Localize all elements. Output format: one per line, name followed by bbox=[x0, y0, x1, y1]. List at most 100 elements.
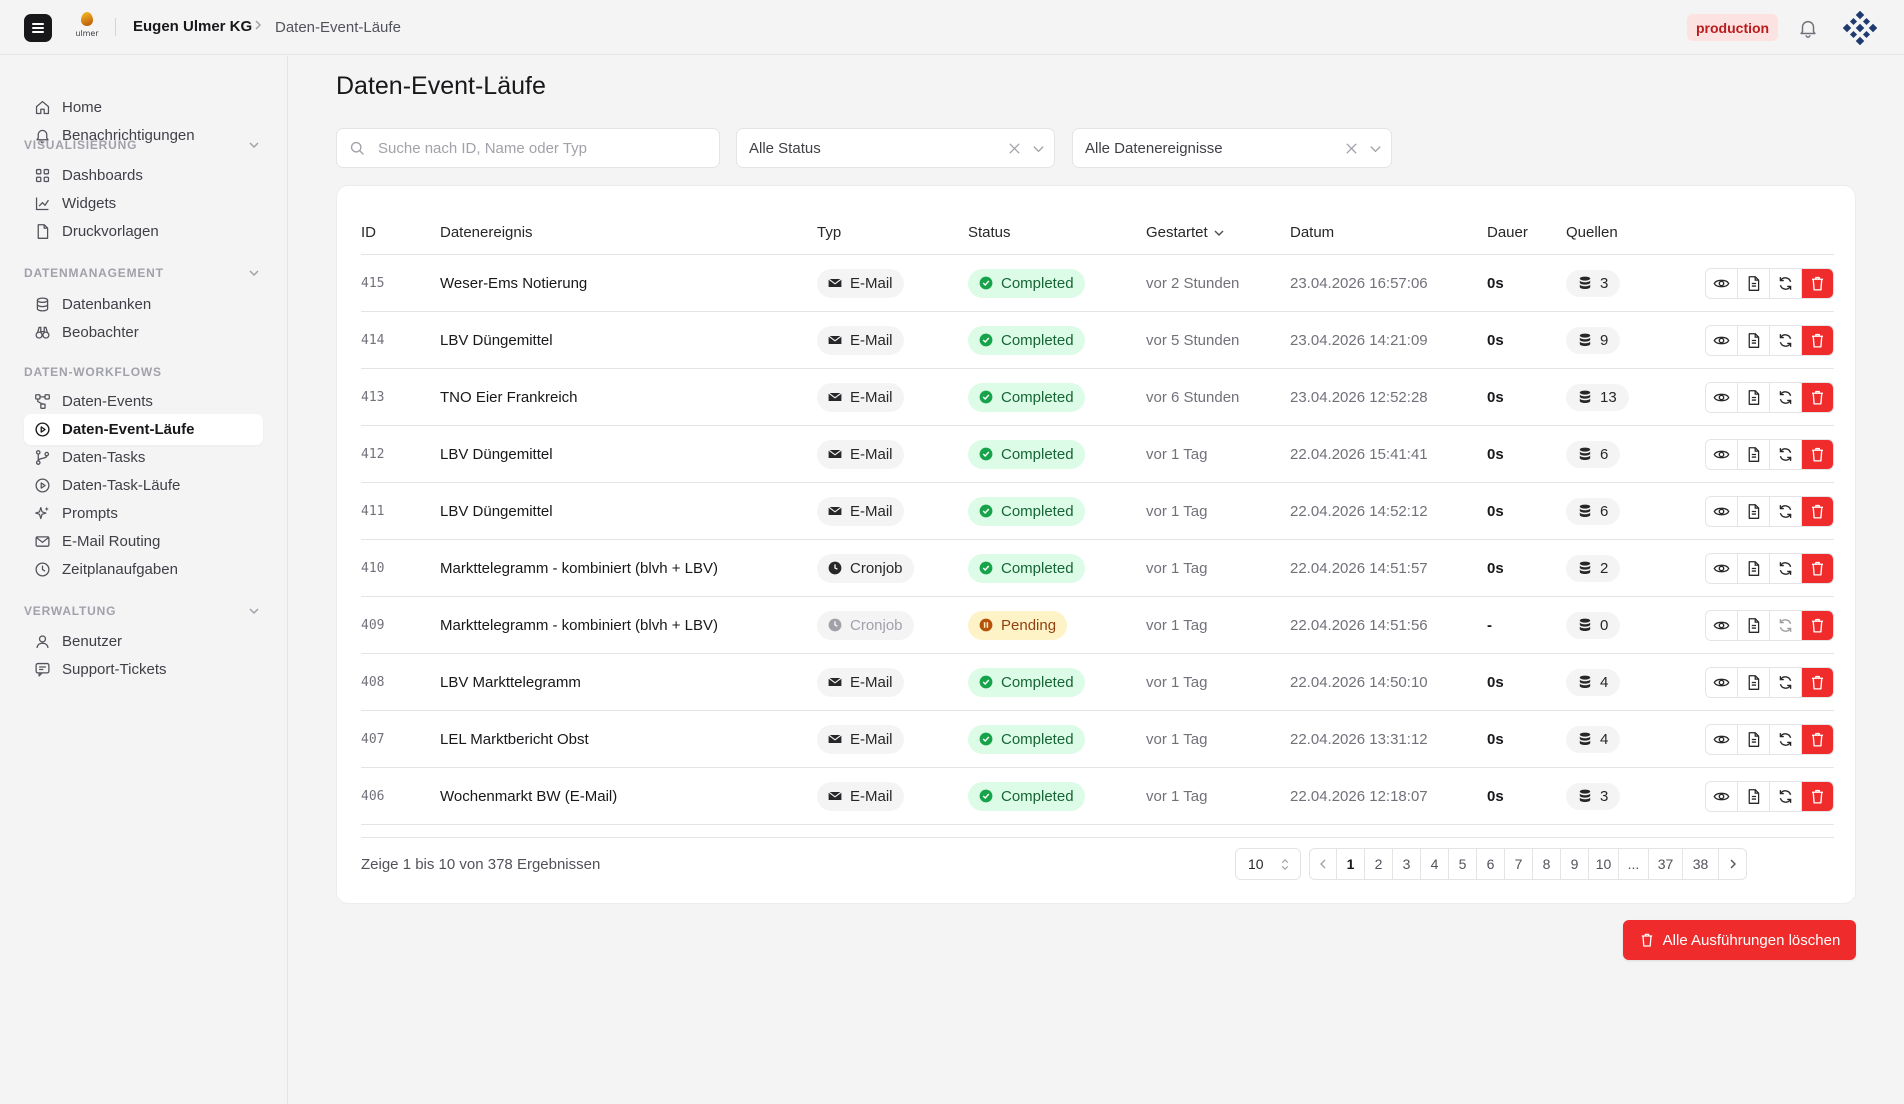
pagination-page-9[interactable]: 9 bbox=[1561, 849, 1589, 879]
sidebar-item-zeitplanaufgaben[interactable]: Zeitplanaufgaben bbox=[24, 554, 263, 585]
view-button[interactable] bbox=[1706, 610, 1738, 640]
pagination-page-2[interactable]: 2 bbox=[1365, 849, 1393, 879]
event-name[interactable]: Wochenmarkt BW (E-Mail) bbox=[440, 768, 617, 824]
column-header-status[interactable]: Status bbox=[968, 224, 1011, 241]
log-button[interactable] bbox=[1738, 325, 1770, 355]
log-button[interactable] bbox=[1738, 382, 1770, 412]
sidebar-item-daten-tasks[interactable]: Daten-Tasks bbox=[24, 442, 263, 473]
view-button[interactable] bbox=[1706, 667, 1738, 697]
table-row[interactable]: 415 Weser-Ems Notierung E-Mail Completed vor… bbox=[361, 255, 1834, 312]
event-name[interactable]: Weser-Ems Notierung bbox=[440, 255, 587, 311]
event-name[interactable]: LBV Düngemittel bbox=[440, 483, 553, 539]
rerun-button[interactable] bbox=[1770, 667, 1802, 697]
sidebar-item-druckvorlagen[interactable]: Druckvorlagen bbox=[24, 216, 263, 247]
pagination-page-38[interactable]: 38 bbox=[1683, 849, 1719, 879]
delete-button[interactable] bbox=[1802, 496, 1833, 526]
rerun-button[interactable] bbox=[1770, 496, 1802, 526]
menu-toggle-button[interactable] bbox=[24, 14, 52, 42]
log-button[interactable] bbox=[1738, 553, 1770, 583]
log-button[interactable] bbox=[1738, 268, 1770, 298]
view-button[interactable] bbox=[1706, 553, 1738, 583]
table-row[interactable]: 412 LBV Düngemittel E-Mail Completed vor 1 T… bbox=[361, 426, 1834, 483]
sidebar-item-email-routing[interactable]: E-Mail Routing bbox=[24, 526, 263, 557]
pagination-page-7[interactable]: 7 bbox=[1505, 849, 1533, 879]
delete-button[interactable] bbox=[1802, 268, 1833, 298]
table-row[interactable]: 407 LEL Marktbericht Obst E-Mail Completed v… bbox=[361, 711, 1834, 768]
section-visualisierung[interactable]: VISUALISIERUNG bbox=[24, 135, 263, 155]
rerun-button[interactable] bbox=[1770, 724, 1802, 754]
delete-button[interactable] bbox=[1802, 553, 1833, 583]
clear-icon[interactable] bbox=[1007, 141, 1022, 156]
table-row[interactable]: 409 Markttelegramm - kombiniert (blvh + L… bbox=[361, 597, 1834, 654]
user-avatar[interactable] bbox=[1842, 10, 1878, 46]
table-row[interactable]: 414 LBV Düngemittel E-Mail Completed vor 5 S… bbox=[361, 312, 1834, 369]
column-header-sources[interactable]: Quellen bbox=[1566, 224, 1618, 241]
sidebar-item-benutzer[interactable]: Benutzer bbox=[24, 626, 263, 657]
per-page-select[interactable]: 10 bbox=[1235, 848, 1301, 880]
delete-all-runs-button[interactable]: Alle Ausführungen löschen bbox=[1623, 920, 1856, 960]
clear-icon[interactable] bbox=[1344, 141, 1359, 156]
pagination-page-6[interactable]: 6 bbox=[1477, 849, 1505, 879]
rerun-button[interactable] bbox=[1770, 439, 1802, 469]
sidebar-item-daten-events[interactable]: Daten-Events bbox=[24, 386, 263, 417]
sidebar-item-support-tickets[interactable]: Support-Tickets bbox=[24, 654, 263, 685]
column-header-id[interactable]: ID bbox=[361, 224, 376, 241]
view-button[interactable] bbox=[1706, 268, 1738, 298]
sources-badge[interactable]: 3 bbox=[1566, 782, 1621, 810]
event-name[interactable]: LBV Düngemittel bbox=[440, 426, 553, 482]
delete-button[interactable] bbox=[1802, 724, 1833, 754]
sidebar-item-widgets[interactable]: Widgets bbox=[24, 188, 263, 219]
sources-badge[interactable]: 3 bbox=[1566, 269, 1621, 297]
sidebar-item-home[interactable]: Home bbox=[24, 92, 263, 123]
event-name[interactable]: LBV Markttelegramm bbox=[440, 654, 581, 710]
rerun-button[interactable] bbox=[1770, 268, 1802, 298]
sources-badge[interactable]: 4 bbox=[1566, 725, 1621, 753]
delete-button[interactable] bbox=[1802, 382, 1833, 412]
pagination-next-button[interactable] bbox=[1719, 849, 1746, 879]
sources-badge[interactable]: 9 bbox=[1566, 326, 1621, 354]
log-button[interactable] bbox=[1738, 781, 1770, 811]
view-button[interactable] bbox=[1706, 724, 1738, 754]
rerun-button[interactable] bbox=[1770, 553, 1802, 583]
event-filter-select[interactable]: Alle Datenereignisse bbox=[1072, 128, 1392, 168]
log-button[interactable] bbox=[1738, 667, 1770, 697]
status-filter-select[interactable]: Alle Status bbox=[736, 128, 1055, 168]
sidebar-item-daten-event-laeufe[interactable]: Daten-Event-Läufe bbox=[24, 414, 263, 445]
sidebar-item-beobachter[interactable]: Beobachter bbox=[24, 317, 263, 348]
column-header-duration[interactable]: Dauer bbox=[1487, 224, 1528, 241]
column-header-type[interactable]: Typ bbox=[817, 224, 841, 241]
pagination-page-1[interactable]: 1 bbox=[1337, 849, 1365, 879]
pagination-page-3[interactable]: 3 bbox=[1393, 849, 1421, 879]
pagination-page-8[interactable]: 8 bbox=[1533, 849, 1561, 879]
column-header-event[interactable]: Datenereignis bbox=[440, 224, 533, 241]
sources-badge[interactable]: 6 bbox=[1566, 497, 1621, 525]
event-name[interactable]: TNO Eier Frankreich bbox=[440, 369, 578, 425]
rerun-button[interactable] bbox=[1770, 325, 1802, 355]
search-field[interactable] bbox=[336, 128, 720, 168]
log-button[interactable] bbox=[1738, 724, 1770, 754]
rerun-button[interactable] bbox=[1770, 781, 1802, 811]
event-name[interactable]: LEL Marktbericht Obst bbox=[440, 711, 589, 767]
sources-badge[interactable]: 4 bbox=[1566, 668, 1621, 696]
company-logo[interactable]: ulmer bbox=[72, 12, 102, 44]
search-input[interactable] bbox=[378, 139, 698, 157]
sidebar-item-prompts[interactable]: Prompts bbox=[24, 498, 263, 529]
log-button[interactable] bbox=[1738, 496, 1770, 526]
delete-button[interactable] bbox=[1802, 667, 1833, 697]
view-button[interactable] bbox=[1706, 382, 1738, 412]
section-verwaltung[interactable]: VERWALTUNG bbox=[24, 601, 263, 621]
table-row[interactable]: 406 Wochenmarkt BW (E-Mail) E-Mail Complete… bbox=[361, 768, 1834, 825]
section-datenmanagement[interactable]: DATENMANAGEMENT bbox=[24, 263, 263, 283]
table-row[interactable]: 411 LBV Düngemittel E-Mail Completed vor 1 T… bbox=[361, 483, 1834, 540]
column-header-started[interactable]: Gestartet bbox=[1146, 224, 1226, 241]
log-button[interactable] bbox=[1738, 610, 1770, 640]
pagination-page-10[interactable]: 10 bbox=[1589, 849, 1619, 879]
log-button[interactable] bbox=[1738, 439, 1770, 469]
breadcrumb-company[interactable]: Eugen Ulmer KG bbox=[133, 18, 252, 35]
sources-badge[interactable]: 0 bbox=[1566, 611, 1621, 639]
view-button[interactable] bbox=[1706, 781, 1738, 811]
event-name[interactable]: LBV Düngemittel bbox=[440, 312, 553, 368]
table-row[interactable]: 413 TNO Eier Frankreich E-Mail Completed vor… bbox=[361, 369, 1834, 426]
event-name[interactable]: Markttelegramm - kombiniert (blvh + LBV) bbox=[440, 540, 718, 596]
pagination-page-37[interactable]: 37 bbox=[1649, 849, 1683, 879]
